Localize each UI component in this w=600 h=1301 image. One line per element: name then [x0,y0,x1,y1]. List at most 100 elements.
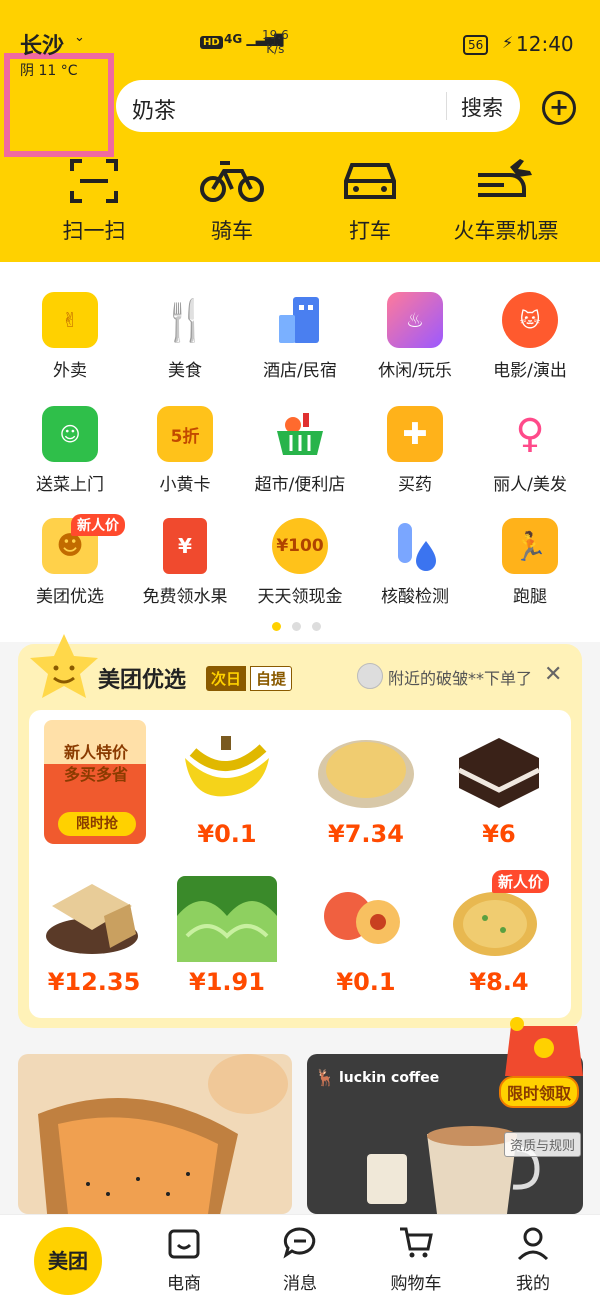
network-speed: 19.6 K/s [262,28,289,56]
product-card[interactable]: ¥6 [434,728,564,848]
category-label: 酒店/民宿 [263,361,337,381]
category-hotel[interactable]: 酒店/民宿 [243,292,357,381]
cake-image [449,728,549,814]
category-daily-cash[interactable]: ¥100 天天领现金 [243,518,357,607]
deer-logo-icon: 🦌 [315,1068,335,1087]
product-card[interactable]: 新人价 ¥8.4 [434,870,564,996]
product-price: ¥0.1 [197,820,257,848]
limited-offer-label: 限时领取 [499,1076,580,1108]
product-price: ¥7.34 [328,820,404,848]
category-label: 免费领水果 [142,587,228,607]
category-label: 美团优选 [36,587,104,607]
peach-image [316,876,416,962]
product-card[interactable]: ¥7.34 [301,728,431,848]
product-price: ¥12.35 [47,968,141,996]
hotel-icon [272,292,328,348]
bike-icon [162,155,302,207]
category-beauty[interactable]: ♀ 丽人/美发 [473,406,587,495]
weather-text: 阴 11 °C [20,63,78,79]
category-leisure[interactable]: ♨ 休闲/玩乐 [358,292,472,381]
promo-card[interactable]: 新人特价 多买多省 限时抢 [44,720,150,846]
farmer-icon: ☺ [42,406,98,462]
charging-icon: ⚡ [502,33,514,52]
new-user-badge: 新人价 [71,514,125,536]
red-envelope-icon: ¥ [163,518,207,574]
shop-icon [134,1225,234,1265]
category-supermarket[interactable]: 超市/便利店 [243,406,357,495]
chevron-down-icon: ⌄ [74,30,85,45]
tab-label: 消息 [283,1274,317,1294]
cart-icon [366,1225,466,1265]
tab-messages[interactable]: 消息 [250,1225,350,1294]
tab-cart[interactable]: 购物车 [366,1225,466,1294]
header-area: HD 4G ▁▃▅▇ 19.6 K/s 56 ⚡ 12:40 长沙 ⌄ 阴 11 … [0,0,600,262]
train-plane-icon [436,155,576,207]
category-medicine[interactable]: ✚ 买药 [358,406,472,495]
scan-button[interactable]: 扫一扫 [24,155,164,245]
close-icon[interactable]: ✕ [544,662,562,687]
banana-image [177,728,277,814]
leisure-icon: ♨ [387,292,443,348]
category-covid-test[interactable]: 核酸检测 [358,518,472,607]
category-label: 核酸检测 [381,587,449,607]
fork-knife-icon: 🍴 [157,292,213,348]
category-label: 小黄卡 [159,475,211,495]
bike-button[interactable]: 骑车 [162,155,302,245]
category-grocery[interactable]: ☺ 送菜上门 [13,406,127,495]
search-bar[interactable]: 奶茶 搜索 [116,80,520,132]
tab-label: 我的 [516,1274,550,1294]
bike-label: 骑车 [211,219,253,243]
category-errand[interactable]: 🏃 跑腿 [473,518,587,607]
woman-profile-icon: ♀ [502,406,558,462]
tab-ecommerce[interactable]: 电商 [134,1225,234,1294]
page-dot-active [272,622,281,631]
promo-line2: 多买多省 [63,765,128,784]
youxuan-section[interactable]: 美团优选 次日 自提 附近的破皱**下单了 ✕ 新人特价 多买多省 限时抢 ¥0… [18,634,582,1028]
category-yellow-card[interactable]: 5折 小黄卡 [128,406,242,495]
hd-indicator: HD [200,36,223,49]
limited-offer-float[interactable]: 限时领取 [497,1016,591,1108]
message-icon [250,1225,350,1265]
category-label: 丽人/美发 [493,475,567,495]
product-card[interactable]: ¥12.35 [29,876,159,996]
category-label: 美食 [168,361,202,381]
runner-icon: 🏃 [502,518,558,574]
category-label: 跑腿 [513,587,547,607]
tab-label: 电商 [167,1274,201,1294]
product-card[interactable]: ¥0.1 [301,876,431,996]
add-icon[interactable]: + [542,91,576,125]
search-button[interactable]: 搜索 [461,92,503,122]
train-plane-button[interactable]: 火车票机票 [436,155,576,245]
luckin-brand: luckin coffee [339,1070,440,1086]
product-price: ¥0.1 [336,968,396,996]
rules-link[interactable]: 资质与规则 [504,1132,582,1157]
scan-label: 扫一扫 [62,219,126,243]
product-price: ¥8.4 [469,968,529,996]
tab-home[interactable]: 美团 [34,1227,102,1295]
grab-now-button[interactable]: 限时抢 [58,812,136,836]
product-price: ¥6 [482,820,516,848]
basket-icon [272,406,328,462]
test-tube-icon [387,518,443,574]
food-banner[interactable] [18,1054,292,1214]
medkit-icon: ✚ [387,406,443,462]
city-name: 长沙 [20,34,65,59]
next-day-tag: 次日 [206,666,247,691]
category-movie[interactable]: 🐱 电影/演出 [473,292,587,381]
category-food[interactable]: 🍴 美食 [128,292,242,381]
product-card[interactable]: ¥1.91 [162,876,292,996]
page-dot [312,622,321,631]
promo-text: 新人特价 多买多省 [48,742,144,786]
category-youxuan[interactable]: ☻ 新人价 美团优选 [13,514,127,607]
section-title: 美团优选 [98,668,187,693]
taxi-label: 打车 [349,219,391,243]
page-indicator [272,616,332,635]
tab-profile[interactable]: 我的 [483,1225,583,1294]
product-card[interactable]: ¥0.1 [162,728,292,848]
category-free-fruit[interactable]: ¥ 免费领水果 [128,518,242,607]
taxi-button[interactable]: 打车 [300,155,440,245]
category-label: 外卖 [53,361,87,381]
category-waimai[interactable]: ✌ 外卖 [13,292,127,381]
search-input[interactable]: 奶茶 [132,93,176,125]
search-divider [446,92,447,120]
